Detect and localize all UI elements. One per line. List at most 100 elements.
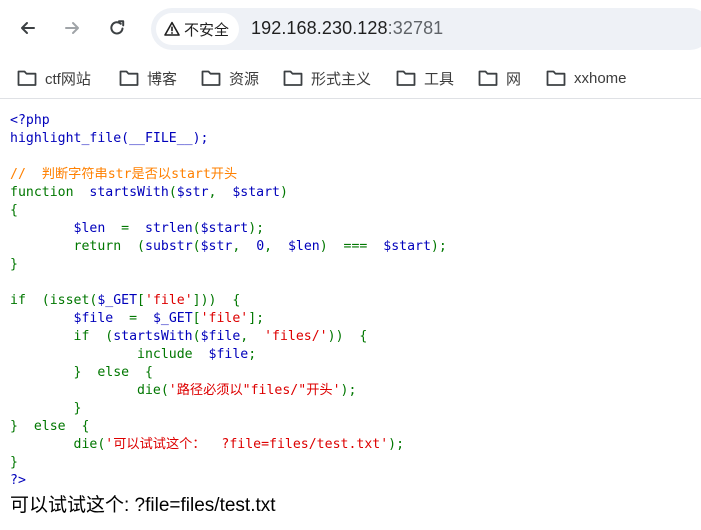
code-line: die('路径必须以"files/"开头'); [10, 383, 356, 398]
code-token: return [10, 239, 138, 254]
code-token: } else { [10, 419, 90, 434]
arrow-left-icon [21, 22, 35, 34]
code-token: <?php [10, 113, 50, 128]
code-token: die( [10, 383, 169, 398]
code-token: // 判断字符串str是否以start开头 [10, 167, 238, 182]
reload-icon [110, 20, 125, 35]
code-line: { [10, 203, 18, 218]
code-token: = [121, 221, 145, 236]
code-line: } else { [10, 419, 89, 434]
folder-icon [119, 70, 139, 86]
code-line: include $file; [10, 347, 256, 362]
code-token: $len [287, 239, 320, 254]
code-token: ; [248, 347, 257, 362]
code-token: , [208, 185, 233, 200]
url-port: :32781 [387, 18, 444, 38]
code-line: function startsWith($str, $start) [10, 185, 288, 200]
code-token: , [240, 329, 265, 344]
browser-toolbar: 不安全 192.168.230.128:32781 [0, 0, 701, 58]
folder-icon [546, 70, 566, 86]
code-token: ( [192, 221, 201, 236]
code-token: $str [200, 239, 233, 254]
code-token: '可以试试这个： ?file=files/test.txt' [105, 437, 389, 452]
code-token: startsWith [113, 329, 193, 344]
code-token: $start [383, 239, 431, 254]
arrow-right-icon [65, 22, 79, 34]
folder-icon [396, 70, 416, 86]
code-token: '路径必须以"files/"开头' [168, 383, 341, 398]
code-line: $len = strlen($start); [10, 221, 265, 236]
code-token: die( [10, 437, 106, 452]
back-button[interactable] [11, 11, 45, 45]
bookmark-label: xxhome [574, 69, 627, 87]
code-token: ); [248, 221, 265, 236]
bookmark-folder[interactable]: 网 [478, 65, 521, 91]
bookmark-folder[interactable]: 博客 [119, 65, 177, 91]
url-text[interactable]: 192.168.230.128:32781 [251, 18, 443, 39]
code-token: 'file' [145, 293, 193, 308]
code-token: ( [137, 239, 145, 254]
url-host: 192.168.230.128 [251, 18, 388, 38]
address-bar[interactable]: 不安全 192.168.230.128:32781 [151, 8, 701, 50]
code-token: ]; [248, 311, 265, 326]
code-token: [ [137, 293, 145, 308]
code-line: if (isset($_GET['file'])) { [10, 293, 240, 308]
code-line: die('可以试试这个： ?file=files/test.txt'); [10, 437, 405, 452]
bookmark-folder[interactable]: 形式主义 [283, 65, 371, 91]
code-line: ?> [10, 473, 26, 488]
code-token: highlight_file(__FILE__); [10, 131, 209, 146]
code-line: $file = $_GET['file']; [10, 311, 265, 326]
code-token: if ( [10, 329, 114, 344]
security-label: 不安全 [184, 21, 230, 39]
code-token: } [10, 257, 18, 272]
code-token: 'files/' [264, 329, 328, 344]
code-line: return (substr($str, 0, $len) === $start… [10, 239, 447, 254]
code-token: , [232, 239, 257, 254]
code-line: } [10, 401, 82, 416]
code-line: } [10, 455, 18, 470]
code-token: function [10, 185, 90, 200]
bookmark-folder[interactable]: ctf网站 [17, 65, 91, 91]
code-token: ) === [319, 239, 384, 254]
code-token: } [10, 401, 82, 416]
bookmark-label: 资源 [229, 70, 260, 88]
code-line: // 判断字符串str是否以start开头 [10, 167, 237, 182]
code-token: substr [145, 239, 193, 254]
reload-button[interactable] [100, 11, 134, 45]
code-token: { [10, 203, 18, 218]
code-token: 0 [256, 239, 265, 254]
page-output-text: 可以试试这个: ?file=files/test.txt [10, 495, 276, 516]
code-token: include [10, 347, 209, 362]
forward-button[interactable] [55, 11, 89, 45]
code-token: startsWith [89, 185, 169, 200]
code-token: } else { [10, 365, 153, 380]
bookmark-label: 工具 [424, 70, 455, 88]
code-token: $file [200, 329, 241, 344]
bookmark-label: ctf网站 [45, 70, 91, 88]
bookmark-folder[interactable]: 资源 [201, 65, 259, 91]
code-line: } [10, 257, 18, 272]
code-token: if (isset( [10, 293, 98, 308]
code-token: $str [176, 185, 209, 200]
code-token: ); [340, 383, 357, 398]
code-line: } else { [10, 365, 153, 380]
code-line: highlight_file(__FILE__); [10, 131, 209, 146]
warning-icon [164, 21, 180, 36]
code-token: )) { [327, 329, 368, 344]
code-token: $_GET [97, 293, 138, 308]
code-token: $_GET [152, 311, 193, 326]
security-indicator[interactable]: 不安全 [156, 13, 240, 45]
bookmark-folder[interactable]: xxhome [546, 65, 627, 91]
code-token: } [10, 455, 18, 470]
code-token: $start [232, 185, 280, 200]
code-token: 'file' [200, 311, 249, 326]
code-token: ( [168, 185, 177, 200]
code-token: = [129, 311, 153, 326]
folder-icon [283, 70, 303, 86]
code-token: $len [73, 221, 122, 236]
code-token: ( [192, 239, 201, 254]
bookmark-folder[interactable]: 工具 [396, 65, 454, 91]
code-token: , [264, 239, 288, 254]
folder-icon [17, 70, 37, 86]
